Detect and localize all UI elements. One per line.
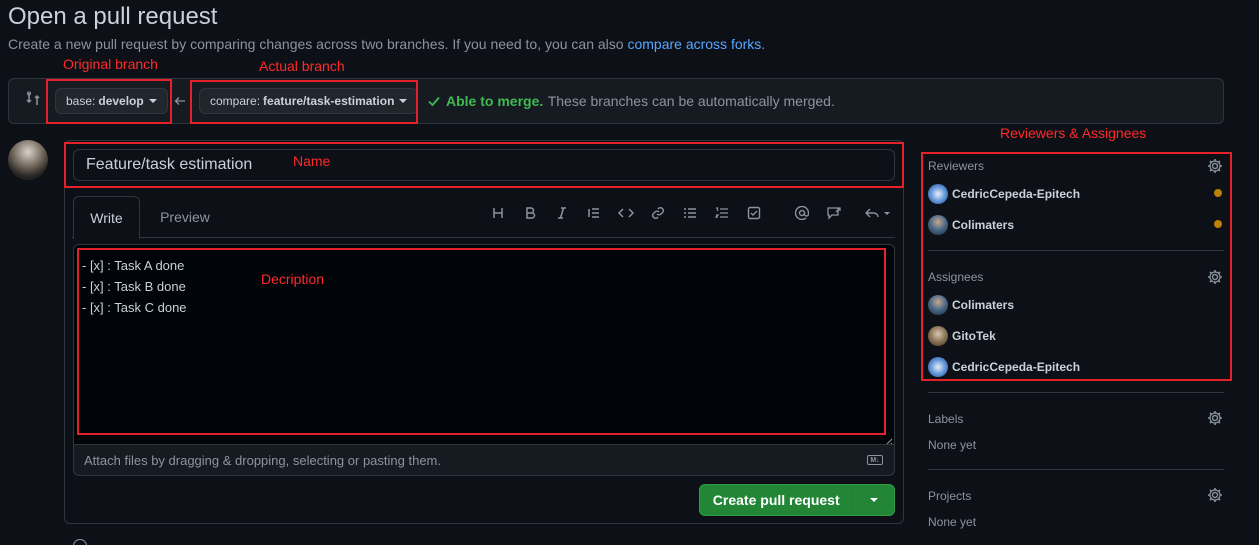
page-subtitle: Create a new pull request by comparing c…	[8, 36, 765, 52]
annotation-box-actual-branch	[190, 80, 418, 124]
annotation-original-branch: Original branch	[63, 56, 158, 72]
attach-files-bar[interactable]: Attach files by dragging & dropping, sel…	[73, 444, 895, 476]
avatar[interactable]	[8, 140, 48, 180]
divider	[928, 250, 1224, 251]
quote-icon[interactable]	[583, 202, 605, 224]
annotation-box-name	[64, 142, 904, 188]
divider	[928, 392, 1224, 393]
avatar	[928, 326, 948, 346]
reviewers-heading: Reviewers	[928, 159, 985, 173]
subtitle-suffix: .	[761, 36, 766, 52]
merge-status: Able to merge. These branches can be aut…	[446, 93, 835, 111]
annotation-actual-branch: Actual branch	[259, 58, 345, 74]
bulleted-list-icon[interactable]	[679, 202, 701, 224]
chevron-down-icon	[869, 498, 878, 502]
check-icon	[427, 94, 441, 113]
annotation-box-original-branch	[46, 79, 172, 124]
info-icon	[73, 539, 87, 545]
create-pull-request-button[interactable]: Create pull request	[699, 484, 895, 516]
projects-value: None yet	[928, 515, 977, 529]
merge-status-detail: These branches can be automatically merg…	[547, 93, 835, 109]
page-title: Open a pull request	[8, 3, 218, 30]
reviewer-item[interactable]: CedricCepeda-Epitech	[928, 184, 1080, 204]
avatar	[928, 184, 948, 204]
bold-icon[interactable]	[519, 202, 541, 224]
reply-icon[interactable]	[862, 202, 894, 224]
labels-heading: Labels	[928, 412, 964, 426]
labels-value: None yet	[928, 438, 977, 452]
assignee-name: GitoTek	[952, 329, 996, 343]
code-icon[interactable]	[615, 202, 637, 224]
avatar	[928, 357, 948, 377]
arrow-left-icon	[174, 94, 186, 112]
annotation-description: Decription	[261, 271, 325, 287]
create-options-dropdown[interactable]	[852, 485, 894, 515]
tab-write[interactable]: Write	[73, 196, 140, 239]
projects-gear-icon[interactable]	[1207, 487, 1223, 503]
compare-across-forks-link[interactable]: compare across forks	[627, 36, 761, 52]
link-icon[interactable]	[647, 202, 669, 224]
task-list-icon[interactable]	[743, 202, 765, 224]
subtitle-text: Create a new pull request by comparing c…	[8, 36, 628, 52]
heading-icon[interactable]	[487, 202, 509, 224]
reviewer-name: Colimaters	[952, 218, 1015, 232]
assignee-name: Colimaters	[952, 298, 1015, 312]
italic-icon[interactable]	[551, 202, 573, 224]
reviewer-name: CedricCepeda-Epitech	[952, 187, 1081, 201]
merge-status-ok: Able to merge.	[446, 93, 544, 109]
annotation-name: Name	[293, 153, 331, 169]
projects-heading: Projects	[928, 489, 972, 503]
reference-icon[interactable]	[823, 202, 845, 224]
divider	[928, 469, 1224, 470]
mention-icon[interactable]	[791, 202, 813, 224]
annotation-box-description	[77, 248, 886, 435]
tab-preview[interactable]: Preview	[150, 196, 220, 238]
labels-gear-icon[interactable]	[1207, 410, 1223, 426]
assignee-item[interactable]: CedricCepeda-Epitech	[928, 357, 1080, 377]
assignee-item[interactable]: GitoTek	[928, 326, 996, 346]
assignee-item[interactable]: Colimaters	[928, 295, 1014, 315]
assignees-gear-icon[interactable]	[1207, 269, 1223, 285]
markdown-icon: M↓	[867, 455, 883, 465]
avatar	[928, 215, 948, 235]
compare-arrows-icon	[25, 91, 41, 112]
annotation-reviewers-assignees: Reviewers & Assignees	[1000, 125, 1147, 141]
create-pull-request-label: Create pull request	[712, 492, 840, 508]
reviewer-item[interactable]: Colimaters	[928, 215, 1014, 235]
pending-review-icon	[1214, 220, 1222, 228]
pending-review-icon	[1214, 189, 1222, 197]
numbered-list-icon[interactable]	[711, 202, 733, 224]
assignees-heading: Assignees	[928, 270, 984, 284]
avatar	[928, 295, 948, 315]
reviewers-gear-icon[interactable]	[1207, 158, 1223, 174]
assignee-name: CedricCepeda-Epitech	[952, 360, 1081, 374]
